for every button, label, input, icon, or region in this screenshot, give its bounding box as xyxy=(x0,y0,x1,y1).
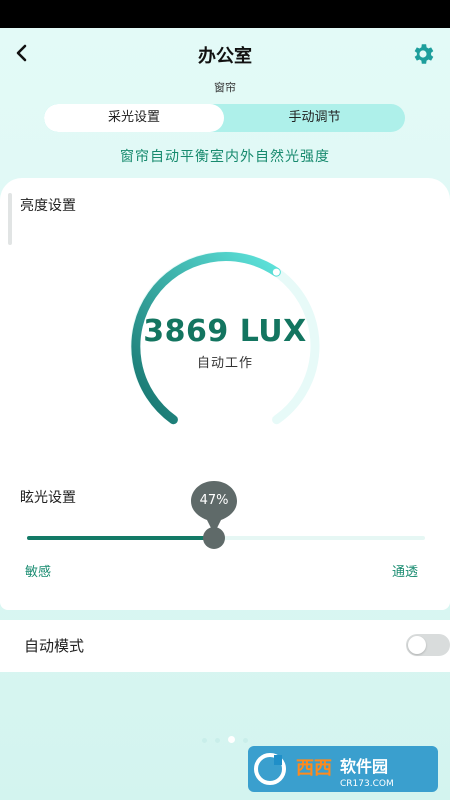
page-dot xyxy=(202,738,207,743)
watermark-logo: 西西 软件园 CR173.COM xyxy=(248,746,438,792)
toggle-knob xyxy=(408,636,426,654)
gauge-end-dot xyxy=(272,268,280,276)
mode-tabs: 采光设置 手动调节 xyxy=(44,104,405,132)
tab-manual-adjust[interactable]: 手动调节 xyxy=(224,104,405,132)
gear-icon[interactable] xyxy=(410,41,436,67)
slider-fill xyxy=(27,536,215,540)
transparent-label: 通透 xyxy=(392,565,419,580)
sensitive-label: 敏感 xyxy=(25,565,52,580)
mode-description: 窗帘自动平衡室内外自然光强度 xyxy=(120,149,330,165)
lux-value: 3869 LUX xyxy=(143,314,307,349)
page-dot xyxy=(215,738,220,743)
svg-text:软件园: 软件园 xyxy=(340,757,388,776)
page-title: 办公室 xyxy=(198,46,252,67)
auto-mode-row: 自动模式 xyxy=(0,620,450,672)
device-subtitle: 窗帘 xyxy=(214,81,236,94)
page-dot xyxy=(243,738,248,743)
device-page: 办公室 窗帘 采光设置 手动调节 窗帘自动平衡室内外自然光强度 亮度设置 386… xyxy=(0,28,450,800)
page-dot xyxy=(228,736,235,743)
header: 办公室 xyxy=(0,28,450,78)
auto-mode-toggle[interactable] xyxy=(406,634,450,656)
slider-thumb[interactable] xyxy=(203,527,226,549)
tab-lighting-settings[interactable]: 采光设置 xyxy=(44,104,224,132)
work-status: 自动工作 xyxy=(196,356,253,371)
slider-percent-text: 47% xyxy=(199,493,229,508)
page-indicator xyxy=(0,728,450,747)
status-bar xyxy=(0,0,450,28)
auto-mode-label: 自动模式 xyxy=(24,637,85,655)
brightness-label: 亮度设置 xyxy=(20,198,76,214)
scroll-indicator xyxy=(8,193,12,245)
svg-text:西西: 西西 xyxy=(296,758,332,779)
glare-slider[interactable] xyxy=(27,527,425,549)
settings-card: 亮度设置 3869 LUX 自动工作 眩光设置 47% 敏感 通透 xyxy=(0,178,450,610)
glare-label: 眩光设置 xyxy=(20,490,76,506)
svg-text:CR173.COM: CR173.COM xyxy=(340,779,394,789)
